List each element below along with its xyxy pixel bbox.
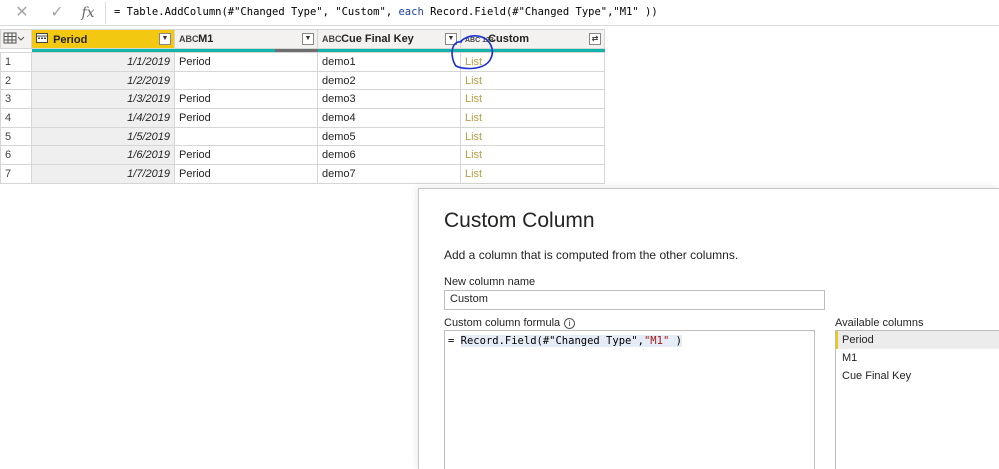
- cell-m1: Period: [174, 164, 318, 184]
- table-row: 2 1/2/2019 demo2 List: [0, 70, 605, 91]
- table-row: 5 1/5/2019 demo5 List: [0, 126, 605, 147]
- cell-cue-final-key: demo3: [317, 89, 461, 110]
- row-number: 4: [0, 108, 32, 128]
- cell-cue-final-key: demo4: [317, 108, 461, 128]
- column-header-m1[interactable]: ABC M1 ▼: [174, 29, 318, 49]
- cell-period: 1/7/2019: [31, 164, 175, 184]
- column-title: M1: [198, 33, 214, 45]
- column-title: Period: [53, 34, 88, 46]
- cell-period: 1/2/2019: [31, 70, 175, 91]
- text-type-icon[interactable]: ABC: [179, 34, 199, 44]
- cell-m1: [174, 70, 318, 91]
- divider: [105, 2, 106, 24]
- row-number: 6: [0, 145, 32, 166]
- cell-m1: Period: [174, 108, 318, 128]
- formula-eq: =: [448, 335, 461, 347]
- cell-period: 1/3/2019: [31, 89, 175, 110]
- formula-keyword: each: [398, 6, 424, 18]
- cell-cue-final-key: demo7: [317, 164, 461, 184]
- formula-text[interactable]: = Table.AddColumn(#"Changed Type", "Cust…: [114, 6, 658, 18]
- column-header-period[interactable]: Period ▼: [31, 29, 175, 49]
- available-columns-label: Available columns: [835, 317, 924, 329]
- table-row: 7 1/7/2019 Period demo7 List: [0, 164, 605, 184]
- cell-period: 1/4/2019: [31, 108, 175, 128]
- power-query-window: ✕ ✓ fx = Table.AddColumn(#"Changed Type"…: [0, 0, 999, 469]
- available-column-item[interactable]: Cue Final Key: [836, 367, 999, 385]
- cell-period: 1/6/2019: [31, 145, 175, 166]
- info-icon[interactable]: i: [564, 317, 576, 329]
- check-icon[interactable]: ✓: [47, 3, 67, 23]
- calendar-icon: [36, 32, 50, 46]
- table-menu-icon[interactable]: [0, 29, 32, 49]
- cell-cue-final-key: demo6: [317, 145, 461, 166]
- formula-prefix: = Table.AddColumn(#"Changed Type", "Cust…: [114, 6, 399, 18]
- dialog-subtitle: Add a column that is computed from the o…: [444, 248, 739, 262]
- row-number: 5: [0, 126, 32, 147]
- row-number: 2: [0, 70, 32, 91]
- available-column-item[interactable]: Period: [836, 331, 999, 349]
- text-type-icon[interactable]: ABC: [322, 34, 342, 44]
- formula-highlight: Record.Field(#"Changed Type","M1" ): [460, 335, 682, 347]
- cell-period: 1/5/2019: [31, 126, 175, 147]
- custom-column-dialog: Custom Column Add a column that is compu…: [418, 188, 999, 469]
- cell-m1: Period: [174, 89, 318, 110]
- formula-end: ): [669, 335, 682, 347]
- cell-period: 1/1/2019: [31, 52, 175, 72]
- new-column-name-label: New column name: [444, 276, 536, 288]
- table-row: 4 1/4/2019 Period demo4 List: [0, 108, 605, 128]
- formula-suffix: Record.Field(#"Changed Type","M1" )): [423, 6, 658, 18]
- close-icon[interactable]: ✕: [12, 3, 32, 23]
- new-column-name-input[interactable]: Custom: [444, 290, 825, 310]
- cell-cue-final-key: demo5: [317, 126, 461, 147]
- dialog-title: Custom Column: [444, 209, 595, 232]
- row-number: 1: [0, 52, 32, 72]
- formula-func: Record.Field(#"Changed Type",: [460, 335, 644, 347]
- cell-m1: Period: [174, 145, 318, 166]
- formula-bar: ✕ ✓ fx = Table.AddColumn(#"Changed Type"…: [0, 0, 999, 26]
- annotation-circle-icon: [451, 35, 494, 70]
- formula-editor[interactable]: = Record.Field(#"Changed Type","M1" ): [444, 330, 815, 469]
- formula-string: "M1": [643, 335, 670, 347]
- table-row: 6 1/6/2019 Period demo6 List: [0, 145, 605, 166]
- cell-custom[interactable]: List: [460, 164, 605, 184]
- cell-cue-final-key: demo1: [317, 52, 461, 72]
- grid-body: 1 1/1/2019 Period demo1 List 2 1/2/2019 demo2 Li…: [0, 52, 605, 184]
- row-number: 3: [0, 89, 32, 110]
- fx-icon[interactable]: fx: [78, 3, 98, 23]
- column-title: Cue Final Key: [341, 33, 414, 45]
- expand-icon[interactable]: ⇄: [589, 33, 601, 45]
- cell-custom[interactable]: List: [460, 126, 605, 147]
- cell-m1: [174, 126, 318, 147]
- column-header-cue-final-key[interactable]: ABC Cue Final Key ▼: [317, 29, 461, 49]
- table-row: 3 1/3/2019 Period demo3 List: [0, 89, 605, 110]
- cell-cue-final-key: demo2: [317, 70, 461, 91]
- row-number: 7: [0, 164, 32, 184]
- cell-custom[interactable]: List: [460, 89, 605, 110]
- available-column-item[interactable]: M1: [836, 349, 999, 367]
- formula-label: Custom column formula: [444, 317, 561, 329]
- chevron-down-icon[interactable]: ▼: [302, 33, 314, 45]
- available-columns-list: Period M1 Cue Final Key: [835, 330, 999, 469]
- table-row: 1 1/1/2019 Period demo1 List: [0, 52, 605, 72]
- formula-label-row: Custom column formula i: [444, 317, 576, 329]
- data-grid: Period ▼ ABC M1 ▼ ABC Cue Final Key ▼ AB…: [0, 29, 605, 184]
- cell-custom[interactable]: List: [460, 108, 605, 128]
- cell-custom[interactable]: List: [460, 145, 605, 166]
- chevron-down-icon[interactable]: ▼: [159, 33, 171, 45]
- cell-m1: Period: [174, 52, 318, 72]
